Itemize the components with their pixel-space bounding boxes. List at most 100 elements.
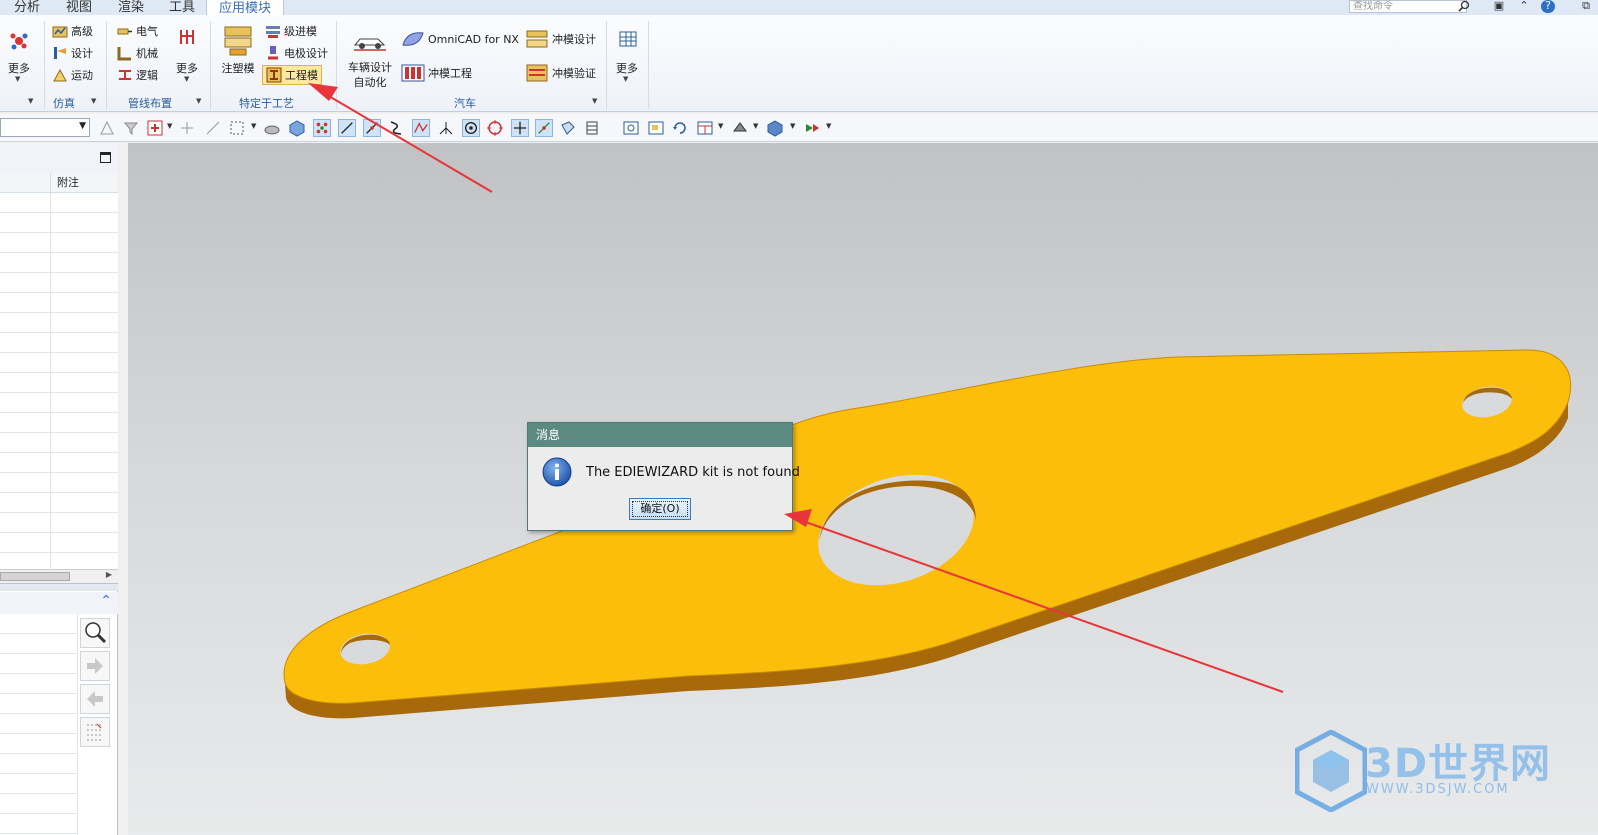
magnify-button[interactable] <box>80 618 110 648</box>
midpoint-icon[interactable] <box>363 119 381 137</box>
divider <box>210 21 211 109</box>
pipe-electrical[interactable]: 电气 <box>117 23 158 39</box>
pipe-more-icon[interactable] <box>177 27 197 47</box>
chevron-up-icon[interactable]: ⌃ <box>100 593 112 609</box>
spline-icon[interactable] <box>412 119 430 137</box>
center-icon[interactable] <box>462 119 480 137</box>
chevron-down-icon[interactable]: ▼ <box>826 122 831 130</box>
vehicle-design-button[interactable]: 车辆设计 自动化 <box>345 60 395 90</box>
more-button-1[interactable]: 更多 <box>6 60 32 76</box>
pipe-logic[interactable]: 逻辑 <box>117 67 158 83</box>
zoom-window-icon[interactable] <box>647 119 665 137</box>
stamping-engineering-icon <box>401 64 425 82</box>
more-button-2[interactable]: 更多 <box>614 60 640 76</box>
shape-icon[interactable] <box>263 119 281 137</box>
render-style-icon[interactable] <box>731 119 749 137</box>
tab-application[interactable]: 应用模块 <box>206 0 285 16</box>
chevron-right-icon[interactable]: ▶ <box>106 570 112 579</box>
point-on-curve-icon[interactable] <box>535 119 553 137</box>
chevron-down-icon[interactable]: ▼ <box>753 122 758 130</box>
details-rows[interactable] <box>0 614 78 835</box>
advanced-sim-icon <box>52 26 68 38</box>
search-icon[interactable] <box>1458 0 1471 13</box>
chevron-up-icon[interactable]: ⌃ <box>1517 0 1531 13</box>
group-label-sim: 仿真 <box>53 97 75 110</box>
layout-icon[interactable] <box>696 119 714 137</box>
pipe-more-button[interactable]: 更多 <box>174 60 200 76</box>
part-navigator: 附注 ▶ ⌃ <box>0 143 118 835</box>
star-tool-icon[interactable] <box>8 30 30 52</box>
chevron-down-icon: ▼ <box>184 75 190 83</box>
snap-icon[interactable] <box>98 119 116 137</box>
ok-button[interactable]: 确定(O) <box>629 498 691 520</box>
maximize-icon[interactable] <box>100 152 111 163</box>
chevron-down-icon: ▼ <box>15 75 21 83</box>
car-icon[interactable] <box>352 31 388 53</box>
engineering-die[interactable]: 工程模 <box>262 65 322 85</box>
rect-select-icon[interactable] <box>228 119 246 137</box>
chevron-down-icon[interactable]: ▼ <box>28 97 33 105</box>
arrow-right-icon <box>87 658 103 674</box>
rotate-icon[interactable] <box>671 119 689 137</box>
chevron-down-icon[interactable]: ▼ <box>592 97 597 105</box>
perpendicular-icon[interactable] <box>437 119 455 137</box>
select-box-icon[interactable] <box>146 119 164 137</box>
fit-view-icon[interactable] <box>622 119 640 137</box>
curve-icon[interactable] <box>387 119 405 137</box>
stamping-engineering[interactable]: 冲模工程 <box>401 63 472 83</box>
window-icon[interactable]: ▣ <box>1492 0 1506 13</box>
grid-more-icon[interactable] <box>618 29 638 49</box>
tab-tools[interactable]: 工具 <box>169 0 195 15</box>
chevron-down-icon[interactable]: ▼ <box>251 122 256 130</box>
filter-dropdown[interactable]: ▼ <box>0 118 90 137</box>
view-orient-icon[interactable] <box>766 119 784 137</box>
chevron-down-icon[interactable]: ▼ <box>790 122 795 130</box>
column-header-notes[interactable]: 附注 <box>50 173 79 193</box>
list-options-button[interactable] <box>80 717 110 747</box>
chevron-down-icon[interactable]: ▼ <box>196 97 201 105</box>
snap-points-icon[interactable] <box>313 119 331 137</box>
point-snap-icon[interactable] <box>178 119 196 137</box>
intersection-icon[interactable] <box>511 119 529 137</box>
navigator-rows[interactable] <box>0 193 118 569</box>
display-icon[interactable] <box>803 119 821 137</box>
help-icon[interactable]: ? <box>1541 0 1555 13</box>
face-icon[interactable] <box>559 119 577 137</box>
search-input[interactable]: 查找命令 <box>1349 0 1467 13</box>
pipe-mechanical[interactable]: 机械 <box>117 45 158 61</box>
injection-mold-button[interactable]: 注塑模 <box>220 60 256 76</box>
electrode-design[interactable]: 电极设计 <box>265 45 328 61</box>
quadrant-icon[interactable] <box>486 119 504 137</box>
line-snap-icon[interactable] <box>338 119 356 137</box>
horizontal-scrollbar[interactable]: ▶ <box>0 569 118 583</box>
tab-render[interactable]: 渲染 <box>118 0 144 15</box>
panel-splitter[interactable] <box>0 583 118 591</box>
tab-view[interactable]: 视图 <box>66 0 92 15</box>
arrow-left-icon <box>87 691 103 707</box>
sim-design[interactable]: 设计 <box>52 45 93 61</box>
selection-toolbar: ▼ ▼ ▼ ▼ ▼ ▼ ▼ <box>0 114 1598 142</box>
die-design-icon <box>526 30 548 48</box>
forward-button[interactable] <box>80 651 110 681</box>
dialog-title[interactable]: 消息 <box>528 423 792 447</box>
scroll-thumb[interactable] <box>0 572 70 581</box>
sim-advanced[interactable]: 高级 <box>52 23 93 39</box>
filter-icon[interactable] <box>122 119 140 137</box>
bar-icon[interactable] <box>583 119 601 137</box>
restore-icon[interactable]: ⧉ <box>1579 0 1593 13</box>
sim-motion[interactable]: 运动 <box>52 67 93 83</box>
chevron-down-icon[interactable]: ▼ <box>718 122 723 130</box>
chevron-down-icon[interactable]: ▼ <box>167 122 172 130</box>
back-button[interactable] <box>80 684 110 714</box>
omnicad[interactable]: OmniCAD for NX <box>401 29 519 49</box>
omnicad-label: OmniCAD for NX <box>428 32 519 46</box>
die-validation[interactable]: 冲模验证 <box>525 63 596 83</box>
progressive-die[interactable]: 级进模 <box>265 23 317 39</box>
die-design[interactable]: 冲模设计 <box>525 29 596 49</box>
cube-icon[interactable] <box>288 119 306 137</box>
engineering-die-label: 工程模 <box>285 69 318 82</box>
injection-mold-icon[interactable] <box>222 23 254 57</box>
chevron-down-icon[interactable]: ▼ <box>91 97 96 105</box>
tab-analysis[interactable]: 分析 <box>14 0 40 15</box>
arrow-snap-icon[interactable] <box>204 119 222 137</box>
